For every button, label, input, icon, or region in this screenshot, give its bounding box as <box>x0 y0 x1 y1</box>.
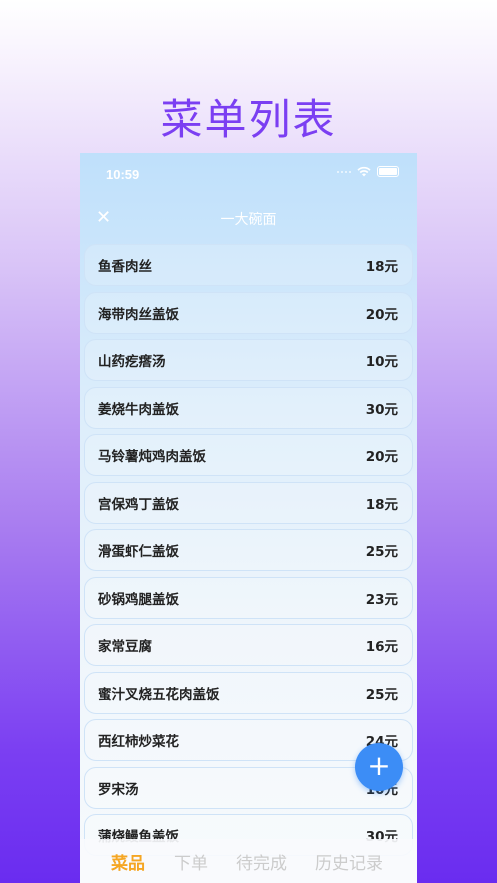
menu-item[interactable]: 家常豆腐 16元 <box>84 624 413 666</box>
menu-item-name: 山药疙瘩汤 <box>98 354 166 370</box>
phone-screen: 10:59 ✕ 一大碗面 鱼香肉丝 18元 海带肉丝盖饭 20元 山药疙瘩汤 10元 … <box>80 153 417 883</box>
menu-item[interactable]: 山药疙瘩汤 10元 <box>84 339 413 381</box>
menu-item-price: 25元 <box>365 544 398 560</box>
menu-item-name: 宫保鸡丁盖饭 <box>98 496 179 513</box>
menu-item-name: 马铃薯炖鸡肉盖饭 <box>98 449 206 465</box>
status-time: 10:59 <box>106 167 140 182</box>
plus-icon: + <box>367 749 391 782</box>
menu-item[interactable]: 滑蛋虾仁盖饭 25元 <box>84 529 413 571</box>
menu-item-price: 10元 <box>365 354 398 370</box>
menu-item-price: 20元 <box>365 449 398 465</box>
battery-icon <box>377 166 399 177</box>
menu-item[interactable]: 蜜汁叉烧五花肉盖饭 25元 <box>84 671 413 714</box>
menu-item-price: 20元 <box>365 306 398 323</box>
menu-item-name: 姜烧牛肉盖饭 <box>98 401 179 418</box>
tab-order[interactable]: 下单 <box>174 849 208 874</box>
menu-item[interactable]: 宫保鸡丁盖饭 18元 <box>84 481 413 524</box>
menu-item-name: 鱼香肉丝 <box>98 259 152 275</box>
menu-item[interactable]: 海带肉丝盖饭 20元 <box>84 291 413 334</box>
promo-headline: 菜单列表 <box>160 95 337 144</box>
tab-history[interactable]: 历史记录 <box>315 849 383 874</box>
menu-item-name: 西红柿炒菜花 <box>98 734 179 750</box>
menu-item-price: 30元 <box>365 401 398 418</box>
tab-dishes[interactable]: 菜品 <box>111 849 145 874</box>
menu-item[interactable]: 砂锅鸡腿盖饭 23元 <box>84 576 413 619</box>
signal-icon <box>337 170 351 173</box>
nav-title: 一大碗面 <box>220 212 277 228</box>
menu-item-name: 海带肉丝盖饭 <box>98 306 179 323</box>
add-item-button[interactable]: + <box>355 743 403 791</box>
menu-item-price: 25元 <box>365 686 398 703</box>
menu-item-name: 砂锅鸡腿盖饭 <box>98 591 179 608</box>
menu-item-price: 16元 <box>365 639 398 655</box>
menu-item[interactable]: 马铃薯炖鸡肉盖饭 20元 <box>84 434 413 476</box>
menu-item-price: 23元 <box>365 591 398 608</box>
menu-item-name: 蜜汁叉烧五花肉盖饭 <box>98 686 220 703</box>
menu-item-name: 家常豆腐 <box>98 639 152 655</box>
menu-item-name: 滑蛋虾仁盖饭 <box>98 544 179 560</box>
menu-item[interactable]: 鱼香肉丝 18元 <box>84 244 413 286</box>
tab-bar: 菜品 下单 待完成 历史记录 <box>80 839 417 883</box>
menu-item[interactable]: 姜烧牛肉盖饭 30元 <box>84 386 413 429</box>
menu-item-name: 罗宋汤 <box>98 781 139 798</box>
tab-pending[interactable]: 待完成 <box>236 849 287 874</box>
wifi-icon <box>357 166 371 177</box>
status-icons <box>337 166 399 177</box>
menu-item-price: 18元 <box>365 496 398 513</box>
menu-item-price: 18元 <box>365 259 398 275</box>
